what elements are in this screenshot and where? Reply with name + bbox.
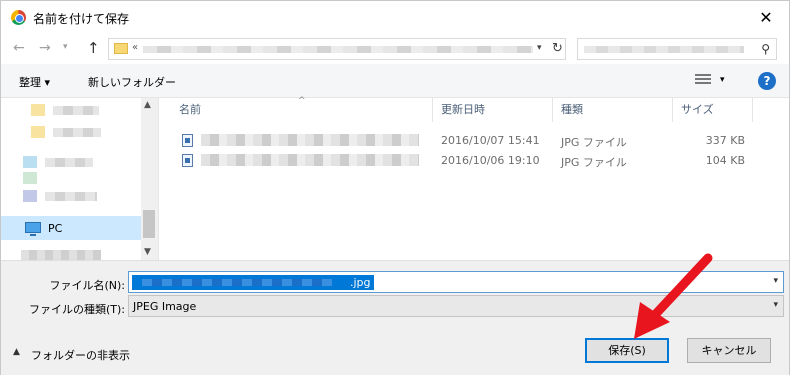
filetype-label: ファイルの種類(T): bbox=[28, 303, 125, 316]
chrome-icon bbox=[11, 10, 26, 25]
column-header-size[interactable]: サイズ bbox=[673, 98, 753, 122]
nav-item-redacted[interactable] bbox=[21, 250, 101, 260]
scroll-down-icon[interactable]: ▼ bbox=[144, 247, 151, 257]
search-input[interactable]: ⚲ bbox=[577, 38, 777, 60]
chevron-down-icon[interactable]: ▾ bbox=[773, 276, 778, 286]
nav-item-redacted[interactable] bbox=[53, 128, 101, 137]
nav-item-redacted[interactable] bbox=[53, 106, 99, 115]
filename-extension: .jpg bbox=[347, 275, 374, 290]
folder-icon bbox=[31, 126, 45, 138]
navigation-pane: PC ▲ ▼ bbox=[1, 98, 158, 260]
chevron-up-icon: ▲ bbox=[13, 347, 20, 357]
view-options-icon[interactable] bbox=[695, 74, 711, 86]
address-bar[interactable]: « ▾ ↻ bbox=[108, 38, 566, 60]
scroll-thumb[interactable] bbox=[143, 210, 155, 238]
view-dropdown-icon[interactable]: ▾ bbox=[720, 75, 725, 85]
filetype-select[interactable]: JPEG Image ▾ bbox=[128, 295, 784, 317]
nav-scrollbar[interactable]: ▲ ▼ bbox=[141, 98, 158, 260]
file-type: JPG ファイル bbox=[561, 156, 627, 169]
filetype-value: JPEG Image bbox=[133, 300, 197, 313]
filename-redacted bbox=[142, 279, 332, 286]
filename-selection bbox=[132, 275, 347, 290]
file-date: 2016/10/06 19:10 bbox=[441, 154, 540, 167]
chevron-down-icon[interactable]: ▾ bbox=[773, 300, 778, 310]
search-icon: ⚲ bbox=[761, 42, 770, 56]
column-header-type[interactable]: 種類 bbox=[553, 98, 673, 122]
save-button[interactable]: 保存(S) bbox=[585, 338, 669, 363]
recent-locations-dropdown-icon[interactable]: ▾ bbox=[63, 42, 68, 52]
organize-button[interactable]: 整理 ▾ bbox=[19, 74, 50, 90]
quick-access-icon bbox=[31, 104, 45, 116]
file-date: 2016/10/07 15:41 bbox=[441, 134, 540, 147]
close-button[interactable]: ✕ bbox=[743, 1, 789, 34]
help-icon[interactable]: ? bbox=[758, 72, 776, 90]
hide-folders-label: フォルダーの非表示 bbox=[31, 349, 130, 362]
filename-label: ファイル名(N): bbox=[49, 279, 125, 292]
file-size: 337 KB bbox=[705, 134, 745, 147]
address-dropdown-icon[interactable]: ▾ bbox=[537, 43, 542, 53]
file-type: JPG ファイル bbox=[561, 136, 627, 149]
new-folder-button[interactable]: 新しいフォルダー bbox=[88, 74, 176, 90]
column-header-date[interactable]: 更新日時 bbox=[433, 98, 553, 122]
forward-arrow-icon[interactable]: → bbox=[39, 40, 51, 56]
window-title: 名前を付けて保存 bbox=[33, 12, 130, 26]
command-toolbar: 整理 ▾ 新しいフォルダー ▾ ? bbox=[1, 64, 789, 98]
cancel-button[interactable]: キャンセル bbox=[687, 338, 771, 363]
navigation-row: ← → ▾ ↑ « ▾ ↻ ⚲ bbox=[1, 34, 789, 64]
file-name-redacted bbox=[201, 154, 419, 166]
address-path-redacted bbox=[143, 46, 533, 53]
sidebar-item-label: PC bbox=[48, 222, 63, 235]
table-row[interactable]: 2016/10/06 19:10 JPG ファイル 104 KB bbox=[161, 150, 789, 170]
search-placeholder-redacted bbox=[584, 46, 744, 53]
column-header-name[interactable]: 名前 bbox=[161, 98, 433, 122]
user-icon bbox=[23, 190, 37, 202]
image-file-icon bbox=[182, 134, 193, 147]
file-list: ^ 名前 更新日時 種類 サイズ 2016/10/07 15:41 JPG ファ… bbox=[161, 96, 789, 260]
file-size: 104 KB bbox=[705, 154, 745, 167]
scroll-up-icon[interactable]: ▲ bbox=[144, 100, 151, 110]
save-as-dialog: 名前を付けて保存 ✕ ← → ▾ ↑ « ▾ ↻ ⚲ 整理 ▾ 新しいフォルダー… bbox=[0, 0, 790, 375]
cloud-icon bbox=[23, 156, 37, 168]
title-bar: 名前を付けて保存 ✕ bbox=[1, 1, 789, 34]
table-row[interactable]: 2016/10/07 15:41 JPG ファイル 337 KB bbox=[161, 130, 789, 150]
nav-item-redacted[interactable] bbox=[45, 192, 97, 201]
refresh-icon[interactable]: ↻ bbox=[552, 41, 563, 56]
up-arrow-icon[interactable]: ↑ bbox=[87, 39, 100, 57]
sidebar-item-pc[interactable]: PC bbox=[1, 216, 141, 240]
folder-icon bbox=[23, 172, 37, 184]
save-options-area: ファイル名(N): .jpg ▾ ファイルの種類(T): JPEG Image … bbox=[1, 260, 789, 375]
back-arrow-icon[interactable]: ← bbox=[13, 40, 25, 56]
file-name-redacted bbox=[201, 134, 419, 146]
address-overflow-chevron[interactable]: « bbox=[132, 42, 138, 53]
nav-item-redacted[interactable] bbox=[45, 158, 93, 167]
computer-icon bbox=[25, 222, 41, 236]
filename-input[interactable]: .jpg ▾ bbox=[128, 271, 784, 293]
image-file-icon bbox=[182, 154, 193, 167]
folder-icon bbox=[114, 43, 128, 54]
